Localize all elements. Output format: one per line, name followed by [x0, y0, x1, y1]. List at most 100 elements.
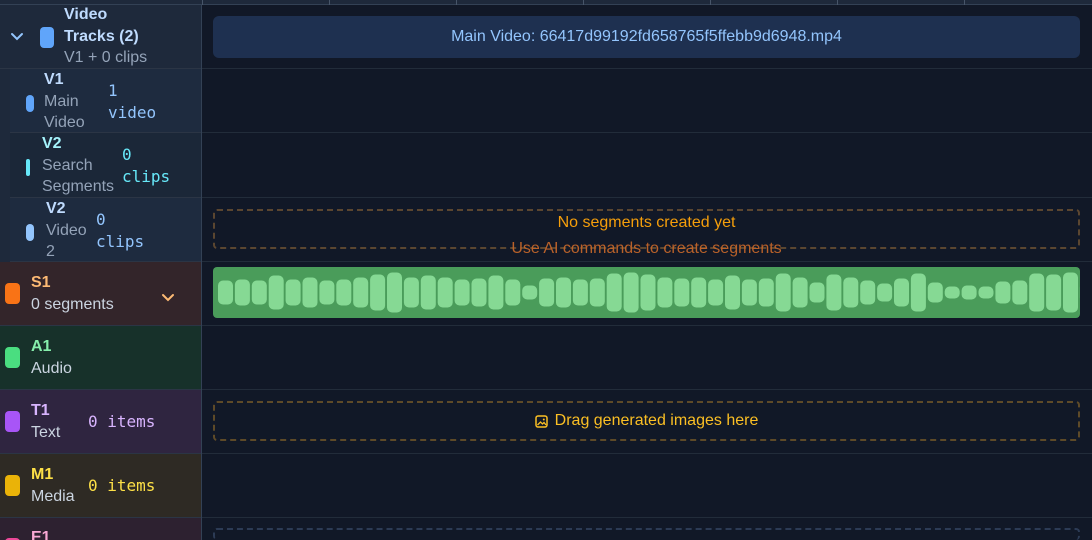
waveform-bar — [640, 274, 656, 311]
video-tracks-title-line2: Tracks (2) — [64, 28, 139, 45]
audio-waveform-clip[interactable] — [213, 267, 1080, 318]
track-row-m1[interactable]: M1 Media 0 items — [0, 454, 201, 518]
track-color-s1 — [5, 283, 20, 304]
waveform-bar — [488, 275, 504, 310]
track-id-v2: V2 — [46, 200, 66, 217]
lane-v2-search[interactable] — [202, 133, 1092, 198]
audio-waveform — [218, 272, 1080, 313]
video-tracks-group-header[interactable]: Video Tracks (2) V1 + 0 clips — [0, 5, 201, 69]
track-row-a1[interactable]: A1 Audio — [0, 326, 201, 390]
waveform-bar — [657, 277, 673, 308]
waveform-bar — [775, 273, 791, 312]
waveform-bar — [505, 279, 521, 306]
track-name-v2-line1: Video — [46, 222, 87, 239]
track-count-v2-line1: 0 — [96, 210, 106, 229]
waveform-bar — [995, 281, 1011, 304]
track-row-e1[interactable]: E1 — [0, 518, 201, 540]
waveform-bar — [758, 278, 774, 307]
track-name-v2-search-line2: Segments — [42, 178, 115, 195]
waveform-bar — [708, 279, 724, 306]
track-count-v1-line1: 1 — [108, 81, 118, 100]
track-count-v2-search-line1: 0 — [122, 145, 132, 164]
track-row-v2-video[interactable]: V2 Video 2 0 clips — [10, 198, 201, 262]
track-row-s1[interactable]: S1 0 segments — [0, 262, 201, 326]
media-drop-zone[interactable]: Drag generated images here — [213, 401, 1080, 441]
segments-empty-title: No segments created yet — [557, 214, 736, 231]
lane-v1[interactable] — [202, 69, 1092, 133]
track-id-e1: E1 — [31, 529, 51, 540]
waveform-bar — [387, 272, 402, 313]
waveform-bar — [572, 279, 588, 306]
track-color-a1 — [5, 347, 20, 368]
waveform-bar — [894, 278, 909, 307]
track-id-v1: V1 — [44, 71, 64, 88]
waveform-bar — [843, 277, 859, 308]
track-row-v1[interactable]: V1 Main Video 1 video — [10, 69, 201, 133]
waveform-bar — [1012, 280, 1028, 305]
track-subtitle-a1: Audio — [31, 360, 72, 377]
track-row-v2-search-segments[interactable]: V2 Search Segments 0 clips — [10, 133, 201, 198]
track-color-v2 — [26, 224, 34, 241]
waveform-bar — [539, 278, 555, 307]
waveform-bar — [910, 273, 926, 312]
waveform-bar — [623, 272, 639, 313]
waveform-bar — [877, 283, 893, 302]
effects-drop-zone[interactable] — [213, 528, 1080, 540]
waveform-bar — [961, 285, 977, 300]
track-subtitle-t1: Text — [31, 424, 61, 441]
waveform-bar — [403, 277, 419, 308]
waveform-bar — [454, 279, 470, 306]
waveform-bar — [420, 275, 436, 310]
lane-a1[interactable] — [202, 326, 1092, 390]
track-count-m1: 0 items — [88, 476, 156, 495]
track-name-v2-search-line1: Search — [42, 157, 93, 174]
waveform-bar — [927, 282, 943, 303]
track-count-v2-line2: clips — [96, 232, 145, 251]
waveform-bar — [218, 280, 233, 305]
track-id-a1: A1 — [31, 338, 52, 355]
segments-drop-zone[interactable]: No segments created yet Use AI commands … — [213, 209, 1080, 257]
track-count-v2-search-line2: clips — [122, 167, 171, 186]
main-video-clip[interactable]: Main Video: 66417d99192fd658765f5ffebb9d… — [213, 16, 1080, 58]
waveform-bar — [336, 279, 352, 306]
waveform-bar — [606, 273, 622, 312]
waveform-bar — [1029, 273, 1045, 312]
waveform-bar — [522, 285, 538, 300]
waveform-bar — [319, 280, 335, 305]
track-name-v1-line2: Video — [44, 114, 85, 131]
track-header-panel: Video Tracks (2) V1 + 0 clips V1 Main Vi… — [0, 5, 202, 540]
waveform-bar — [725, 275, 740, 310]
segments-empty-hint: Use AI commands to create segments — [511, 240, 782, 257]
waveform-bar — [674, 278, 690, 307]
waveform-bar — [471, 278, 487, 307]
track-name-v2-line2: 2 — [46, 243, 55, 260]
timeline-editor: Video Tracks (2) V1 + 0 clips V1 Main Vi… — [0, 0, 1092, 540]
track-count-t1: 0 items — [88, 412, 156, 431]
track-subtitle-m1: Media — [31, 488, 75, 505]
video-tracks-subtitle: V1 + 0 clips — [64, 49, 148, 66]
track-id-v2-search: V2 — [42, 135, 62, 152]
waveform-bar — [1046, 274, 1062, 311]
waveform-bar — [691, 277, 707, 308]
waveform-bar — [792, 277, 808, 308]
track-row-t1[interactable]: T1 Text 0 items — [0, 390, 201, 454]
track-count-v1-line2: video — [108, 103, 157, 122]
track-subtitle-s1: 0 segments — [31, 296, 114, 313]
chevron-down-icon[interactable] — [10, 29, 24, 47]
waveform-bar — [1063, 272, 1078, 313]
track-id-s1: S1 — [31, 274, 51, 291]
waveform-bar — [809, 282, 825, 303]
track-color-v2-search — [26, 159, 30, 176]
waveform-bar — [826, 274, 842, 311]
video-tracks-title-line1: Video — [64, 6, 108, 23]
waveform-bar — [741, 279, 757, 306]
waveform-bar — [860, 280, 876, 305]
waveform-bar — [234, 279, 250, 306]
track-color-m1 — [5, 475, 20, 496]
track-color-v1 — [26, 95, 34, 112]
chevron-down-icon[interactable] — [161, 290, 175, 308]
lane-m1[interactable] — [202, 454, 1092, 518]
waveform-bar — [944, 286, 960, 299]
waveform-bar — [589, 278, 605, 307]
image-icon — [534, 414, 548, 428]
